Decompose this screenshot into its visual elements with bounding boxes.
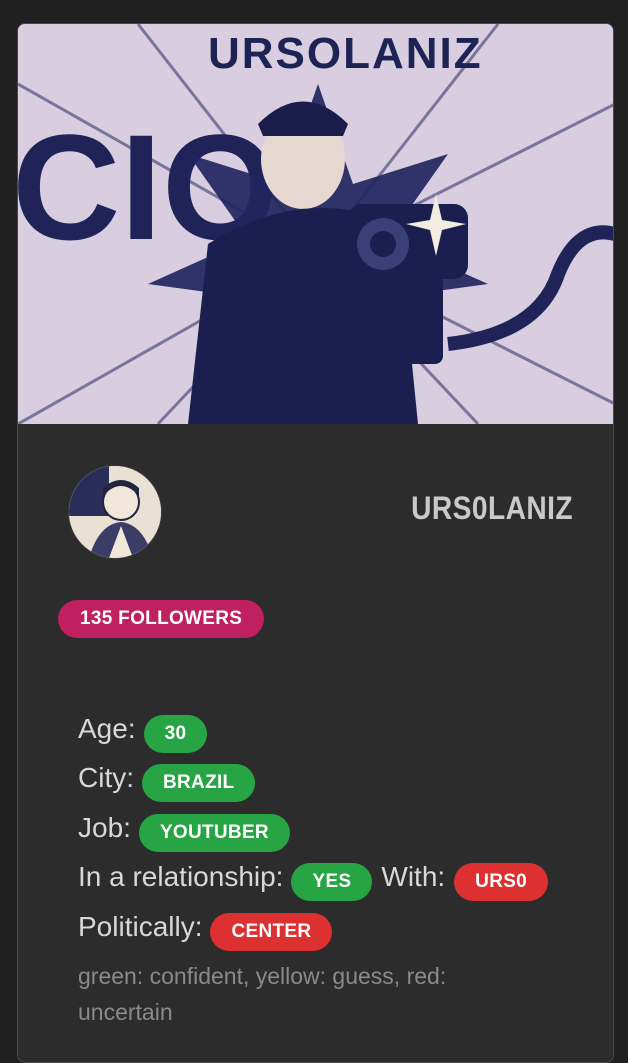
political-badge: CENTER (210, 912, 333, 951)
partner-badge: URS0 (454, 863, 549, 902)
city-row: City: BRAZIL (78, 754, 598, 804)
avatar[interactable] (68, 465, 162, 559)
banner-illustration: CIO (18, 24, 613, 424)
age-row: Age: 30 (78, 704, 598, 754)
city-label: City: (78, 762, 134, 794)
age-label: Age: (78, 712, 136, 744)
job-label: Job: (78, 811, 131, 843)
profile-info: Age: 30 City: BRAZIL Job: YOUTUBER In a … (78, 704, 598, 1030)
relationship-row: In a relationship: YES With: URS0 (78, 853, 598, 903)
with-label: With: (381, 861, 446, 893)
banner-image: CIO URSOLANIZ (18, 24, 613, 424)
political-label: Politically: (78, 910, 203, 942)
job-row: Job: YOUTUBER (78, 803, 598, 853)
confidence-legend: green: confident, yellow: guess, red: un… (78, 962, 447, 1025)
relationship-badge: YES (291, 863, 373, 902)
relationship-label: In a relationship: (78, 861, 284, 893)
age-badge: 30 (143, 714, 208, 753)
city-badge: BRAZIL (142, 764, 256, 803)
avatar-image (69, 466, 161, 558)
political-row: Politically: CENTER (78, 902, 598, 952)
username: URS0LANIZ (411, 490, 573, 526)
profile-card: CIO URSOLANIZ URS0LANIZ 135 FOLLOWERS Ag… (17, 23, 614, 1063)
followers-badge[interactable]: 135 FOLLOWERS (58, 600, 265, 638)
job-badge: YOUTUBER (138, 813, 290, 852)
banner-title: URSOLANIZ (208, 29, 483, 78)
